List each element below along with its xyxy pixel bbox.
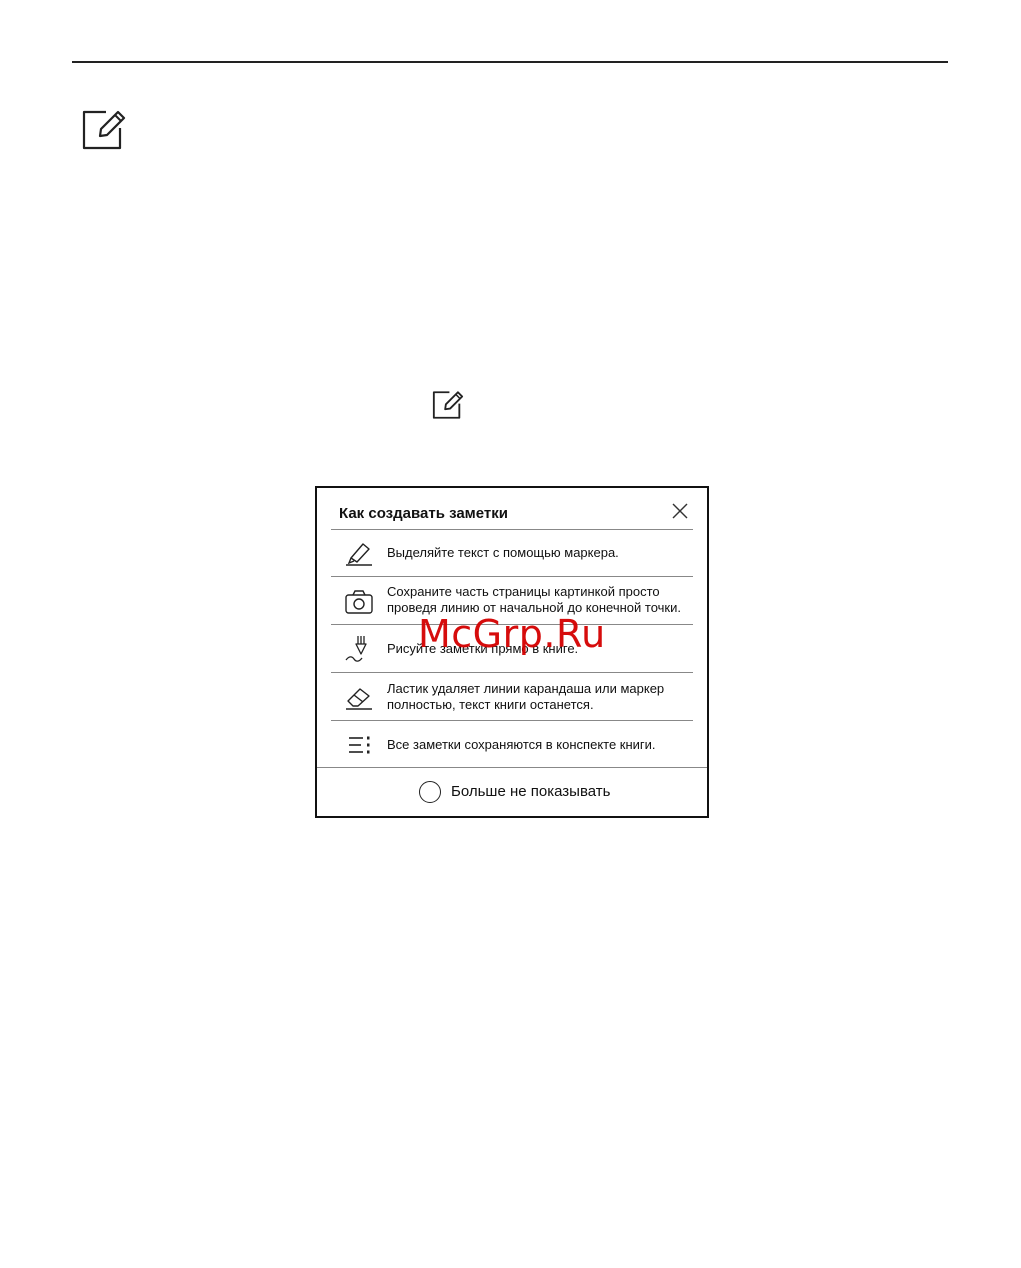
dialog-title: Как создавать заметки: [339, 505, 508, 522]
close-icon[interactable]: [671, 502, 689, 520]
note-edit-icon: [432, 391, 464, 419]
dont-show-again-checkbox[interactable]: [419, 781, 441, 803]
eraser-icon: [346, 688, 372, 710]
dialog-header: Как создавать заметки: [331, 488, 693, 530]
tip-text: Все заметки сохраняются в конспекте книг…: [387, 737, 656, 752]
pen-icon: [345, 636, 367, 662]
note-edit-icon: [82, 110, 126, 150]
marker-icon: [346, 543, 372, 566]
tip-text: Выделяйте текст с помощью маркера.: [387, 545, 619, 560]
tip-eraser: Ластик удаляет линии карандаша или марке…: [331, 673, 693, 721]
camera-icon: [345, 590, 373, 614]
tip-text: Ластик удаляет линии карандаша или марке…: [387, 681, 665, 712]
page-top-rule: [72, 61, 948, 63]
tip-summary: Все заметки сохраняются в конспекте книг…: [331, 721, 693, 769]
dont-show-again-label[interactable]: Больше не показывать: [451, 783, 610, 800]
tip-marker: Выделяйте текст с помощью маркера.: [331, 529, 693, 577]
watermark: McGrp.Ru: [418, 612, 606, 656]
list-icon: [349, 736, 370, 754]
dialog-footer: Больше не показывать: [317, 767, 707, 816]
